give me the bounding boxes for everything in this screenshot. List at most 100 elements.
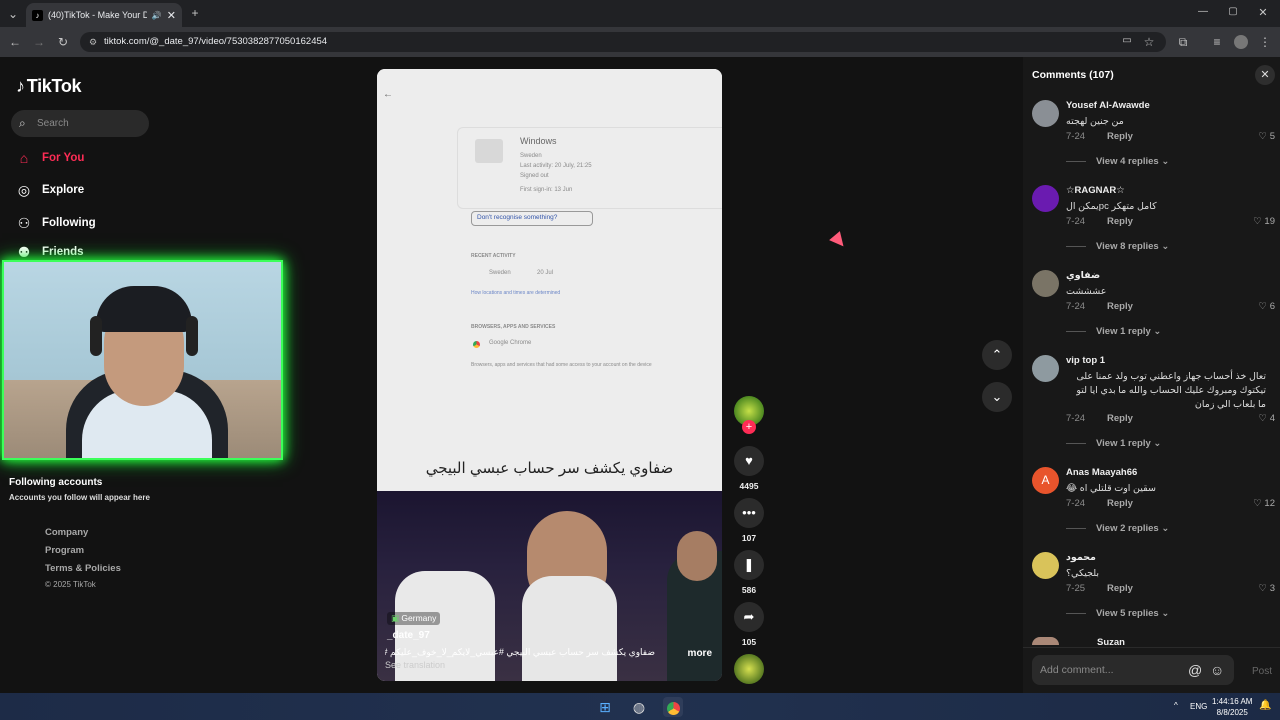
- reply-button[interactable]: Reply: [1107, 498, 1133, 509]
- comment-like-button[interactable]: ♡ 3: [1259, 583, 1275, 594]
- comment-meta: 7-24 Reply: [1066, 413, 1133, 424]
- browser-tab[interactable]: ♪ (40)TikTok - Make Your Day 🔊 ✕: [26, 3, 182, 27]
- commenter-avatar[interactable]: [1032, 637, 1059, 645]
- footer-terms-link[interactable]: Terms & Policies: [45, 563, 121, 574]
- search-icon: ⌕: [19, 116, 26, 130]
- follow-plus-button[interactable]: +: [742, 420, 756, 434]
- heart-icon: ♥: [745, 453, 753, 468]
- view-replies-button[interactable]: View 4 replies ⌄: [1066, 156, 1169, 167]
- tiktok-logo[interactable]: ♪ TikTok: [16, 76, 82, 97]
- emoji-icon[interactable]: ☺: [1210, 662, 1224, 678]
- recent-activity-date: 20 Jul: [537, 270, 554, 276]
- footer-program-link[interactable]: Program: [45, 545, 84, 556]
- nav-following[interactable]: ⚇ Following: [16, 213, 96, 233]
- minimize-button[interactable]: —: [1196, 6, 1210, 17]
- tab-search-icon[interactable]: ⌄: [6, 7, 20, 21]
- view-replies-button[interactable]: View 2 replies ⌄: [1066, 523, 1169, 534]
- forward-arrow-icon[interactable]: →: [32, 35, 46, 49]
- reading-list-icon[interactable]: ≡: [1210, 35, 1224, 49]
- chevron-down-icon: ⌄: [1161, 608, 1170, 619]
- next-video-button[interactable]: ⌄: [982, 382, 1012, 412]
- nav-friends[interactable]: ⚉ Friends: [16, 242, 84, 262]
- comment-like-button[interactable]: ♡ 5: [1259, 131, 1275, 142]
- cast-icon[interactable]: ▭: [1120, 35, 1134, 46]
- taskbar-clock[interactable]: 1:44:16 AM 8/8/2025: [1212, 696, 1252, 718]
- close-window-button[interactable]: ✕: [1256, 6, 1270, 19]
- like-count: 4495: [739, 481, 759, 491]
- comment-meta: 7-24 Reply: [1066, 216, 1133, 227]
- commenter-avatar[interactable]: A: [1032, 467, 1059, 494]
- commenter-avatar[interactable]: [1032, 552, 1059, 579]
- language-indicator[interactable]: ENG: [1190, 702, 1207, 711]
- tab-close-icon[interactable]: ✕: [167, 9, 182, 22]
- mention-icon[interactable]: @: [1188, 662, 1202, 678]
- comment-like-button[interactable]: ♡ 6: [1259, 301, 1275, 312]
- nav-explore[interactable]: ◎ Explore: [16, 180, 84, 200]
- add-comment-input[interactable]: Add comment...: [1032, 655, 1234, 685]
- commenter-avatar[interactable]: [1032, 355, 1059, 382]
- reply-button[interactable]: Reply: [1107, 131, 1133, 142]
- chevron-down-icon: ⌄: [1161, 523, 1170, 534]
- reply-button[interactable]: Reply: [1107, 413, 1133, 424]
- extensions-icon[interactable]: ⧉: [1176, 35, 1190, 50]
- save-button[interactable]: ❚: [734, 550, 764, 580]
- chevron-down-icon: ⌄: [991, 389, 1003, 404]
- comment-like-button[interactable]: ♡ 12: [1253, 498, 1275, 509]
- commenter-avatar[interactable]: [1032, 270, 1059, 297]
- menu-kebab-icon[interactable]: ⋮: [1258, 35, 1272, 49]
- reply-button[interactable]: Reply: [1107, 301, 1133, 312]
- comment-like-button[interactable]: ♡ 19: [1253, 216, 1275, 227]
- footer-company-link[interactable]: Company: [45, 527, 88, 538]
- video-more-button[interactable]: more: [688, 648, 712, 659]
- heart-outline-icon: ♡: [1253, 498, 1262, 509]
- following-accounts-subtitle: Accounts you follow will appear here: [9, 493, 150, 502]
- back-arrow-icon[interactable]: ←: [8, 35, 22, 49]
- comment-username[interactable]: vip top 1: [1066, 355, 1105, 366]
- reload-icon[interactable]: ↻: [56, 35, 70, 49]
- previous-video-button[interactable]: ⌃: [982, 340, 1012, 370]
- view-replies-button[interactable]: View 1 reply ⌄: [1066, 438, 1161, 449]
- share-button[interactable]: ➦: [734, 602, 764, 632]
- like-button[interactable]: ♥: [734, 446, 764, 476]
- comment-username[interactable]: ضفاوي: [1066, 270, 1100, 281]
- comment-username[interactable]: محمود: [1066, 552, 1096, 563]
- see-translation-link[interactable]: See translation: [385, 660, 445, 670]
- video-player[interactable]: ← Windows Sweden Last activity: 20 July,…: [377, 69, 722, 681]
- reply-button[interactable]: Reply: [1107, 216, 1133, 227]
- comment-username[interactable]: Anas Maayah66: [1066, 467, 1137, 478]
- comment-username[interactable]: ☆RAGNAR☆: [1066, 185, 1125, 196]
- search-input[interactable]: ⌕ Search: [11, 110, 149, 137]
- obs-icon[interactable]: ◍: [629, 697, 649, 717]
- maximize-button[interactable]: ▢: [1226, 6, 1240, 17]
- reply-button[interactable]: Reply: [1107, 583, 1133, 594]
- profile-avatar[interactable]: [1234, 35, 1248, 49]
- notification-bell-icon[interactable]: 🔔: [1259, 700, 1271, 711]
- url-bar[interactable]: ⚙ tiktok.com/@_date_97/video/75303828770…: [80, 32, 1166, 52]
- comment-username[interactable]: Yousef Al-Awawde: [1066, 100, 1150, 111]
- friends-icon: ⚉: [17, 243, 31, 260]
- comment-like-button[interactable]: ♡ 4: [1259, 413, 1275, 424]
- commenter-avatar[interactable]: [1032, 185, 1059, 212]
- view-replies-button[interactable]: View 1 reply ⌄: [1066, 326, 1161, 337]
- windows-start-icon[interactable]: ⊞: [595, 697, 615, 717]
- close-comments-button[interactable]: ✕: [1255, 65, 1275, 85]
- comment-username[interactable]: Suzan: [1097, 637, 1125, 645]
- home-icon: ⌂: [19, 150, 29, 166]
- new-tab-button[interactable]: +: [188, 6, 202, 20]
- post-comment-button[interactable]: Post: [1252, 666, 1272, 677]
- commenter-avatar[interactable]: [1032, 100, 1059, 127]
- bookmark-star-icon[interactable]: ☆: [1142, 35, 1156, 49]
- nav-for-you[interactable]: ⌂ For You: [16, 148, 85, 168]
- chrome-taskbar-icon[interactable]: [663, 697, 683, 717]
- video-username[interactable]: _date_97: [387, 630, 430, 641]
- comment-item: ضفاوي عشششت 7-24 Reply ♡ 6 View 1 reply ⌄: [1032, 270, 1275, 345]
- chevron-down-icon: ⌄: [1161, 241, 1170, 252]
- comment-button[interactable]: •••: [734, 498, 764, 528]
- site-info-icon[interactable]: ⚙: [89, 32, 97, 52]
- music-disc-icon[interactable]: [734, 654, 764, 684]
- speaker-icon[interactable]: 🔊: [152, 11, 162, 20]
- view-replies-button[interactable]: View 5 replies ⌄: [1066, 608, 1169, 619]
- view-replies-button[interactable]: View 8 replies ⌄: [1066, 241, 1169, 252]
- video-location-tag[interactable]: ▣ Germany: [387, 612, 441, 625]
- tray-chevron-up-icon[interactable]: ^: [1174, 701, 1178, 710]
